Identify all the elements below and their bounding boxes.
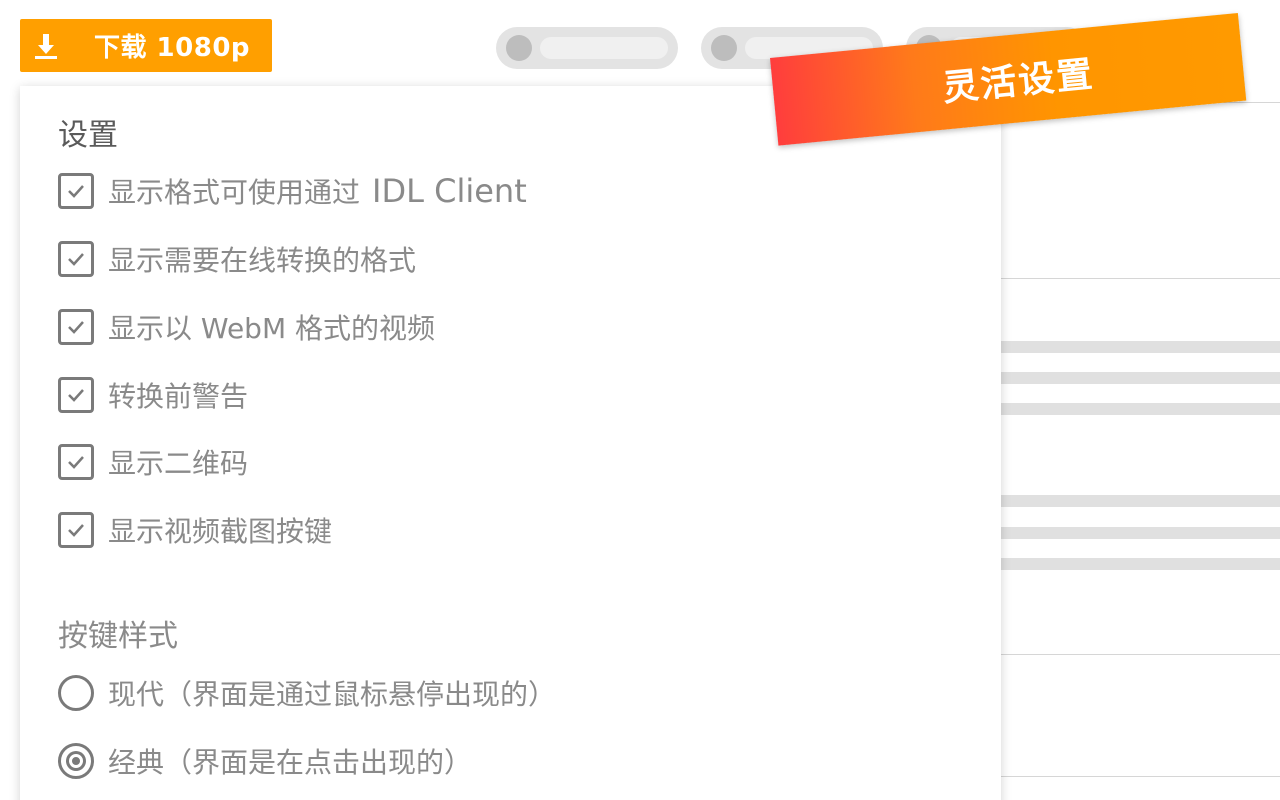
option-label: 显示需要在线转换的格式	[108, 244, 417, 277]
radio-option-modern[interactable]: 现代（界面是通过鼠标悬停出现的）	[58, 673, 556, 713]
check-icon	[68, 524, 84, 537]
check-icon	[68, 456, 84, 469]
placeholder-bar	[1000, 527, 1280, 539]
option-online-convert[interactable]: 显示需要在线转换的格式	[58, 239, 416, 279]
check-icon	[68, 321, 84, 334]
option-label: 转换前警告	[108, 380, 249, 413]
check-icon	[68, 253, 84, 266]
option-idl-client[interactable]: 显示格式可使用通过 IDL Client	[58, 171, 527, 211]
placeholder-bar	[1000, 341, 1280, 353]
ribbon-text: 灵活设置	[940, 54, 1097, 110]
placeholder-bar	[1000, 495, 1280, 507]
option-warn-before-convert[interactable]: 转换前警告	[58, 375, 248, 415]
divider	[1000, 278, 1280, 279]
option-label: 显示以 WebM 格式的视频	[108, 312, 436, 345]
toggle-placeholder[interactable]	[496, 27, 678, 69]
download-label: 下载 1080p	[94, 33, 251, 63]
checkbox[interactable]	[58, 444, 94, 480]
option-qr-code[interactable]: 显示二维码	[58, 442, 248, 482]
settings-title: 设置	[58, 118, 118, 153]
option-webm[interactable]: 显示以 WebM 格式的视频	[58, 307, 435, 347]
checkbox[interactable]	[58, 512, 94, 548]
checkbox[interactable]	[58, 173, 94, 209]
placeholder-bar	[1000, 372, 1280, 384]
settings-panel: 设置 显示格式可使用通过 IDL Client 显示需要在线转换的格式 显示以 …	[20, 86, 1001, 800]
radio-label: 现代（界面是通过鼠标悬停出现的）	[108, 678, 557, 711]
placeholder-bar	[1000, 558, 1280, 570]
option-label: 显示二维码	[108, 447, 249, 480]
checkbox[interactable]	[58, 309, 94, 345]
toggle-knob	[711, 35, 737, 61]
check-icon	[68, 185, 84, 198]
download-button[interactable]: 下载 1080p	[20, 19, 272, 72]
placeholder-bar	[1000, 403, 1280, 415]
option-label: 显示视频截图按键	[108, 515, 333, 548]
check-icon	[68, 389, 84, 402]
radio-option-classic[interactable]: 经典（界面是在点击出现的）	[58, 741, 472, 781]
checkbox[interactable]	[58, 241, 94, 277]
divider	[1000, 654, 1280, 655]
toggle-knob	[506, 35, 532, 61]
checkbox[interactable]	[58, 377, 94, 413]
button-style-title: 按键样式	[58, 619, 178, 654]
radio-dot	[69, 754, 83, 768]
download-icon	[20, 19, 72, 72]
divider	[1000, 776, 1280, 777]
radio-label: 经典（界面是在点击出现的）	[108, 746, 473, 779]
radio-button-selected[interactable]	[58, 743, 94, 779]
radio-button[interactable]	[58, 675, 94, 711]
option-label: 显示格式可使用通过	[108, 176, 361, 209]
option-screenshot-button[interactable]: 显示视频截图按键	[58, 510, 332, 550]
option-label-suffix: IDL Client	[372, 172, 527, 210]
